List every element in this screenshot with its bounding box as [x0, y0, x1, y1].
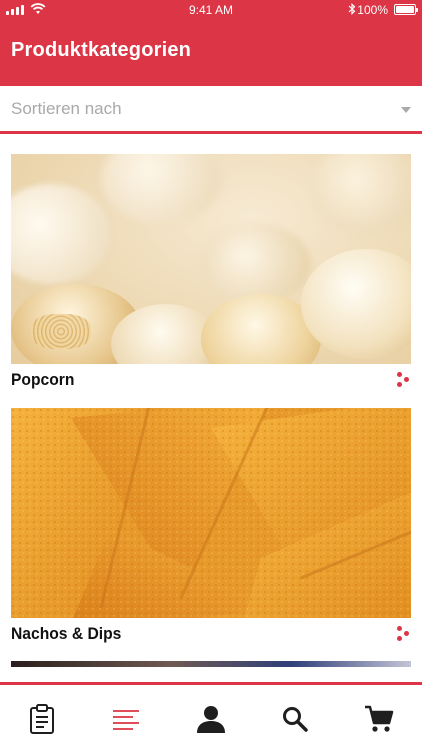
category-name: Nachos & Dips	[11, 624, 122, 643]
page-title: Produktkategorien	[11, 39, 192, 61]
more-dots-icon[interactable]	[397, 372, 411, 388]
cart-icon	[365, 705, 394, 732]
sort-placeholder: Sortieren nach	[11, 99, 122, 118]
tab-bar	[0, 682, 422, 750]
menu-list-icon	[113, 710, 139, 730]
tab-cart[interactable]	[359, 699, 399, 739]
battery-icon	[394, 4, 418, 15]
category-list[interactable]: Popcorn Nachos & Dips	[0, 137, 422, 682]
search-icon	[283, 707, 308, 732]
next-category-photo[interactable]	[11, 661, 411, 667]
popcorn-photo[interactable]	[11, 154, 411, 364]
battery-percent: 100%	[357, 3, 388, 17]
bluetooth-icon	[348, 3, 356, 15]
user-icon	[197, 706, 225, 733]
tab-categories[interactable]	[106, 699, 146, 739]
category-name: Popcorn	[11, 370, 75, 389]
chevron-down-icon	[401, 107, 411, 113]
sort-dropdown[interactable]: Sortieren nach	[0, 86, 422, 134]
category-card-popcorn[interactable]: Popcorn	[11, 154, 411, 397]
tab-orders[interactable]	[22, 699, 62, 739]
more-dots-icon[interactable]	[397, 626, 411, 642]
tab-search[interactable]	[275, 699, 315, 739]
status-bar: 9:41 AM 100%	[0, 0, 422, 20]
clipboard-icon	[30, 704, 54, 734]
tab-account[interactable]	[191, 699, 231, 739]
category-card-nachos[interactable]: Nachos & Dips	[11, 408, 411, 651]
app-header: Produktkategorien	[0, 20, 422, 86]
nachos-photo[interactable]	[11, 408, 411, 618]
